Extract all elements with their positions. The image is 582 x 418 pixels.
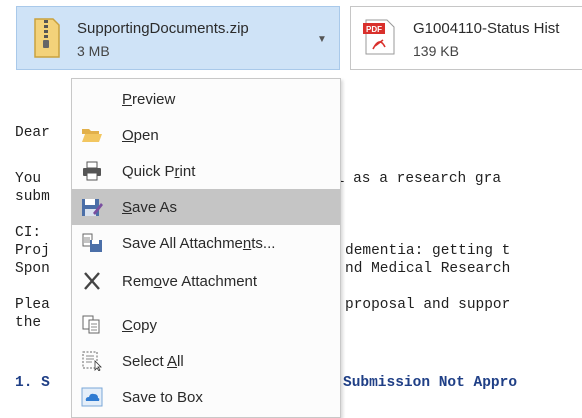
pdf-badge: PDF xyxy=(366,25,382,34)
menu-item-open[interactable]: Open xyxy=(72,117,340,153)
attachment-size: 3 MB xyxy=(77,43,110,59)
menu-item-save-as[interactable]: Save As xyxy=(72,189,340,225)
menu-item-label: Save to Box xyxy=(122,388,203,406)
attachment-context-menu: Preview Open Quick Print Save As Save Al… xyxy=(71,78,341,418)
save-as-icon xyxy=(82,199,103,216)
email-line: You xyxy=(15,171,42,187)
folder-open-icon xyxy=(82,129,102,142)
email-fragment: dementia: getting t xyxy=(345,243,511,259)
menu-item-label: Select All xyxy=(122,352,184,370)
email-fragment: nd Medical Research xyxy=(345,261,511,277)
menu-item-select-all[interactable]: Select All xyxy=(72,343,340,379)
menu-item-save-all-attachments[interactable]: Save All Attachments... xyxy=(72,225,340,261)
zip-file-icon xyxy=(34,18,60,58)
email-line: 1. S xyxy=(15,375,50,391)
email-fragment: Submission Not Appro xyxy=(343,375,518,391)
email-fragment: proposal and suppor xyxy=(345,297,511,313)
email-line: Spon xyxy=(15,261,50,277)
email-line: Dear xyxy=(15,125,50,141)
attachment-size: 139 KB xyxy=(413,43,459,59)
attachment-bar: SupportingDocuments.zip 3 MB ▼ PDF G1004… xyxy=(0,0,582,78)
menu-item-label: Preview xyxy=(122,90,176,108)
select-all-icon xyxy=(82,351,102,371)
menu-item-copy[interactable]: Copy xyxy=(72,307,340,343)
email-line: the xyxy=(15,315,42,331)
email-line: CI: xyxy=(15,225,42,241)
attachment-pdf[interactable]: PDF G1004110-Status Hist 139 KB xyxy=(350,6,582,70)
menu-item-preview[interactable]: Preview xyxy=(72,81,340,117)
box-cloud-icon xyxy=(81,387,103,407)
menu-item-label: Remove Attachment xyxy=(122,272,258,290)
menu-item-label: Save All Attachments... xyxy=(122,234,276,252)
menu-item-save-to-box[interactable]: Save to Box xyxy=(72,379,340,415)
remove-x-icon xyxy=(84,272,100,290)
email-line: subm xyxy=(15,189,50,205)
menu-item-quick-print[interactable]: Quick Print xyxy=(72,153,340,189)
save-all-icon xyxy=(82,233,102,252)
menu-item-remove-attachment[interactable]: Remove Attachment xyxy=(72,263,340,299)
attachment-name: SupportingDocuments.zip xyxy=(77,20,249,37)
menu-item-label: Copy xyxy=(122,316,158,334)
menu-item-label: Open xyxy=(122,126,159,144)
attachment-name: G1004110-Status Hist xyxy=(413,20,560,37)
menu-item-label: Quick Print xyxy=(122,162,196,180)
menu-item-label: Save As xyxy=(122,198,178,216)
attachment-zip[interactable]: SupportingDocuments.zip 3 MB ▼ xyxy=(16,6,340,70)
copy-icon xyxy=(82,315,100,334)
email-fragment: il as a research gra xyxy=(327,171,502,187)
pdf-file-icon: PDF xyxy=(363,19,395,55)
email-line: Plea xyxy=(15,297,50,313)
chevron-down-icon[interactable]: ▼ xyxy=(317,34,327,45)
printer-icon xyxy=(83,161,101,181)
email-line: Proj xyxy=(15,243,50,259)
